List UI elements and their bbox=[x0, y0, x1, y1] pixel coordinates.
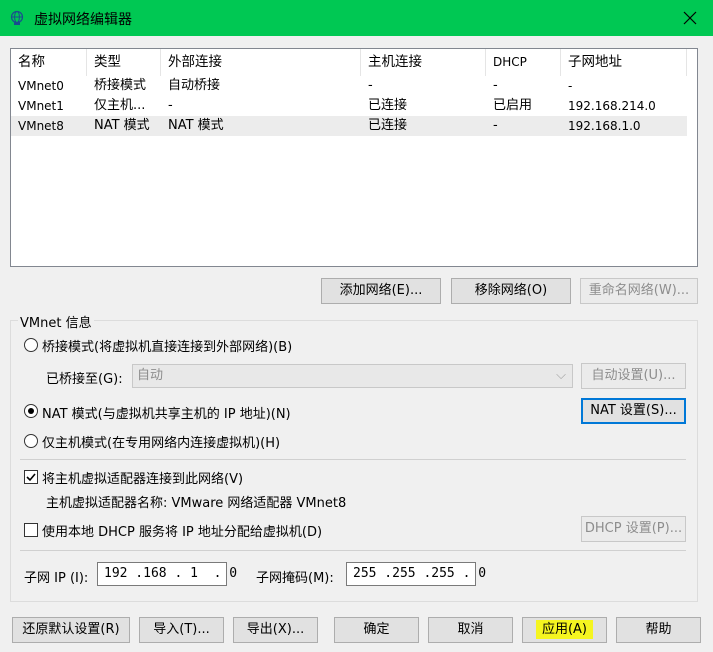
help-button[interactable]: 帮助 bbox=[616, 617, 701, 643]
chevron-down-icon: ⌵ bbox=[556, 368, 566, 383]
cell-external: NAT 模式 bbox=[168, 118, 224, 133]
dhcp-settings-button[interactable]: DHCP 设置(P)... bbox=[581, 516, 686, 542]
apply-label: 应用(A) bbox=[535, 620, 594, 639]
subnet-ip-label: 子网 IP (I): bbox=[24, 571, 89, 586]
cell-dhcp: - bbox=[493, 78, 498, 93]
column-header-external[interactable]: 外部连接 bbox=[161, 49, 361, 76]
host-only-label[interactable]: 仅主机模式(在专用网络内连接虚拟机)(H) bbox=[42, 432, 280, 451]
nat-settings-button[interactable]: NAT 设置(S)... bbox=[581, 398, 686, 424]
dhcp-checkbox[interactable] bbox=[24, 523, 38, 537]
cell-name: VMnet1 bbox=[18, 99, 64, 113]
network-globe-icon bbox=[10, 10, 24, 25]
table-row[interactable]: VMnet1 仅主机... - 已连接 已启用 192.168.214.0 bbox=[11, 96, 687, 116]
bridged-to-select[interactable]: 自动 ⌵ bbox=[132, 364, 573, 388]
cell-type: 桥接模式 bbox=[94, 78, 147, 93]
cell-name: VMnet0 bbox=[18, 79, 64, 93]
column-header-name[interactable]: 名称 bbox=[11, 49, 87, 76]
divider bbox=[20, 550, 686, 551]
subnet-ip-input[interactable]: 192 .168 . 1 . 0 bbox=[97, 562, 237, 586]
checkmark-icon bbox=[26, 473, 36, 482]
rename-network-button[interactable]: 重命名网络(W)... bbox=[580, 278, 698, 304]
cell-type: 仅主机... bbox=[94, 98, 146, 113]
cell-type: NAT 模式 bbox=[94, 118, 150, 133]
export-button[interactable]: 导出(X)... bbox=[233, 617, 318, 643]
nat-mode-radio[interactable] bbox=[24, 404, 38, 418]
column-header-host[interactable]: 主机连接 bbox=[361, 49, 486, 76]
auto-settings-button[interactable]: 自动设置(U)... bbox=[581, 363, 686, 389]
subnet-mask-label: 子网掩码(M): bbox=[256, 571, 334, 586]
connect-adapter-checkbox[interactable] bbox=[24, 470, 38, 484]
apply-button[interactable]: 应用(A) bbox=[522, 617, 607, 643]
cell-external: - bbox=[168, 98, 173, 113]
subnet-mask-input[interactable]: 255 .255 .255 . 0 bbox=[346, 562, 486, 586]
import-button[interactable]: 导入(T)... bbox=[139, 617, 224, 643]
connect-adapter-label[interactable]: 将主机虚拟适配器连接到此网络(V) bbox=[42, 468, 243, 487]
host-only-radio[interactable] bbox=[24, 434, 38, 448]
cell-dhcp: 已启用 bbox=[493, 98, 533, 113]
ok-button[interactable]: 确定 bbox=[334, 617, 419, 643]
table-row-selected[interactable]: VMnet8 NAT 模式 NAT 模式 已连接 - 192.168.1.0 bbox=[11, 116, 687, 136]
nat-mode-label[interactable]: NAT 模式(与虚拟机共享主机的 IP 地址)(N) bbox=[42, 403, 291, 422]
cell-subnet: - bbox=[568, 79, 573, 93]
bridged-to-value: 自动 bbox=[137, 368, 164, 383]
network-list[interactable]: 名称 类型 外部连接 主机连接 DHCP 子网地址 VMnet0 桥接模式 自动… bbox=[10, 48, 698, 267]
divider bbox=[20, 459, 686, 460]
cell-subnet: 192.168.1.0 bbox=[568, 119, 641, 133]
table-row[interactable]: VMnet0 桥接模式 自动桥接 - - - bbox=[11, 76, 687, 96]
cell-host: 已连接 bbox=[368, 118, 408, 133]
column-header-type[interactable]: 类型 bbox=[87, 49, 161, 76]
dhcp-label[interactable]: 使用本地 DHCP 服务将 IP 地址分配给虚拟机(D) bbox=[42, 521, 322, 540]
bridged-to-label: 已桥接至(G): bbox=[46, 372, 123, 387]
cell-host: 已连接 bbox=[368, 98, 408, 113]
vmnet-info-label: VMnet 信息 bbox=[18, 312, 94, 331]
window-title: 虚拟网络编辑器 bbox=[34, 12, 132, 28]
column-header-subnet[interactable]: 子网地址 bbox=[561, 49, 687, 76]
close-icon[interactable] bbox=[683, 11, 697, 25]
column-header-dhcp[interactable]: DHCP bbox=[486, 49, 561, 76]
bridged-mode-radio[interactable] bbox=[24, 338, 38, 352]
remove-network-button[interactable]: 移除网络(O) bbox=[451, 278, 571, 304]
cell-dhcp: - bbox=[493, 118, 498, 133]
list-header: 名称 类型 外部连接 主机连接 DHCP 子网地址 bbox=[11, 49, 697, 76]
bridged-mode-label[interactable]: 桥接模式(将虚拟机直接连接到外部网络)(B) bbox=[42, 336, 292, 355]
cell-host: - bbox=[368, 78, 373, 93]
add-network-button[interactable]: 添加网络(E)... bbox=[321, 278, 441, 304]
title-bar: 虚拟网络编辑器 bbox=[0, 0, 713, 36]
cancel-button[interactable]: 取消 bbox=[428, 617, 513, 643]
close-button[interactable] bbox=[667, 0, 713, 36]
restore-defaults-button[interactable]: 还原默认设置(R) bbox=[12, 617, 130, 643]
cell-subnet: 192.168.214.0 bbox=[568, 99, 656, 113]
adapter-name-text: 主机虚拟适配器名称: VMware 网络适配器 VMnet8 bbox=[46, 496, 347, 511]
cell-external: 自动桥接 bbox=[168, 78, 221, 93]
cell-name: VMnet8 bbox=[18, 119, 64, 133]
